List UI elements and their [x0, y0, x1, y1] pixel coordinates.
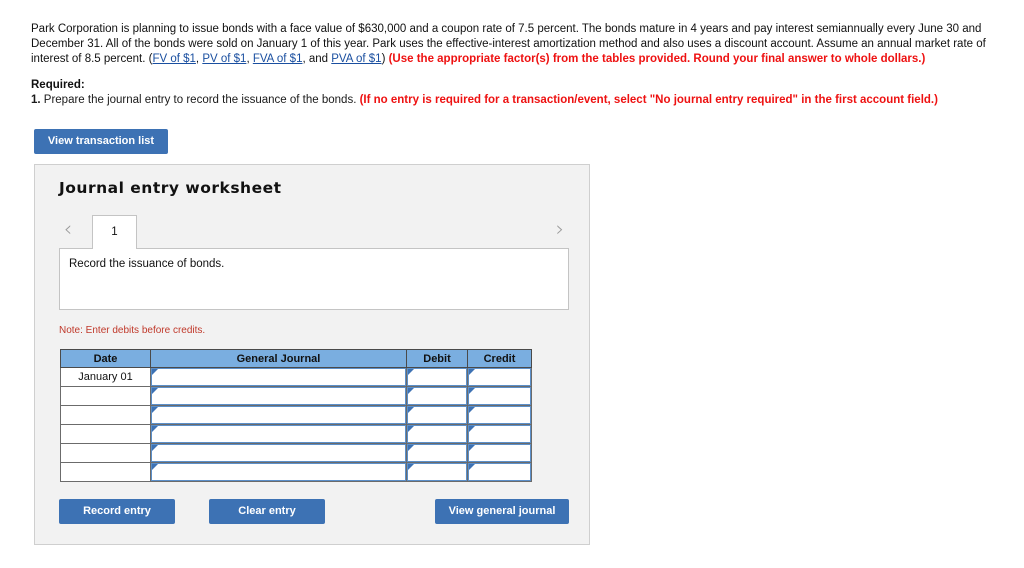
required-label: Required:: [31, 79, 85, 91]
date-cell[interactable]: [60, 443, 151, 463]
instruction-text: Record the issuance of bonds.: [69, 258, 225, 270]
worksheet-tab-1[interactable]: 1: [92, 215, 137, 249]
debit-cell: [406, 386, 468, 406]
required-section: Required: 1. Prepare the journal entry to…: [31, 78, 1013, 108]
clear-entry-button[interactable]: Clear entry: [209, 499, 325, 524]
date-cell[interactable]: January 01: [60, 367, 151, 387]
debit-cell: [406, 405, 468, 425]
fva-of-1-link[interactable]: FVA of $1: [253, 53, 303, 65]
required-item-text: Prepare the journal entry to record the …: [40, 94, 360, 107]
column-header-credit: Credit: [467, 349, 532, 368]
fv-of-1-link[interactable]: FV of $1: [152, 53, 195, 65]
date-cell[interactable]: [60, 424, 151, 444]
pva-of-1-link[interactable]: PVA of $1: [331, 53, 381, 65]
credit-cell: [467, 462, 532, 482]
credit-cell: [467, 405, 532, 425]
problem-text-close: ): [381, 53, 389, 66]
view-transaction-list-button[interactable]: View transaction list: [34, 129, 168, 154]
account-select-field[interactable]: [151, 444, 406, 462]
journal-entry-table: Date General Journal Debit Credit Januar…: [60, 349, 532, 482]
credit-input-field[interactable]: [468, 425, 531, 443]
date-cell[interactable]: [60, 405, 151, 425]
credit-input-field[interactable]: [468, 406, 531, 424]
table-row: [60, 443, 532, 463]
problem-statement: Park Corporation is planning to issue bo…: [31, 22, 1013, 68]
required-emphasis: (If no entry is required for a transacti…: [359, 94, 938, 107]
account-select-field[interactable]: [151, 368, 406, 386]
credit-cell: [467, 386, 532, 406]
debit-cell: [406, 424, 468, 444]
worksheet-title: Journal entry worksheet: [59, 179, 282, 197]
general-journal-cell: [150, 386, 407, 406]
worksheet-tab-strip: ‹ 1 ›: [59, 209, 569, 249]
debit-cell: [406, 443, 468, 463]
debit-input-field[interactable]: [407, 368, 467, 386]
date-cell[interactable]: [60, 462, 151, 482]
general-journal-cell: [150, 367, 407, 387]
table-header-row: Date General Journal Debit Credit: [60, 349, 532, 368]
debit-cell: [406, 462, 468, 482]
credit-input-field[interactable]: [468, 463, 531, 481]
journal-entry-worksheet-panel: Journal entry worksheet ‹ 1 › Record the…: [34, 164, 590, 545]
account-select-field[interactable]: [151, 387, 406, 405]
debit-cell: [406, 367, 468, 387]
page-root: Park Corporation is planning to issue bo…: [0, 0, 1024, 568]
table-row: [60, 386, 532, 406]
view-general-journal-button[interactable]: View general journal: [435, 499, 569, 524]
chevron-right-icon[interactable]: ›: [551, 217, 569, 241]
problem-emphasis: (Use the appropriate factor(s) from the …: [388, 53, 926, 66]
table-row: [60, 405, 532, 425]
credit-cell: [467, 424, 532, 444]
required-item-number: 1.: [31, 94, 41, 107]
credit-cell: [467, 367, 532, 387]
account-select-field[interactable]: [151, 463, 406, 481]
table-row: [60, 462, 532, 482]
pv-of-1-link[interactable]: PV of $1: [202, 53, 246, 65]
instruction-panel: Record the issuance of bonds.: [59, 248, 569, 310]
record-entry-button[interactable]: Record entry: [59, 499, 175, 524]
link-separator-3: , and: [302, 53, 332, 66]
general-journal-cell: [150, 405, 407, 425]
account-select-field[interactable]: [151, 425, 406, 443]
debit-input-field[interactable]: [407, 406, 467, 424]
column-header-date: Date: [60, 349, 151, 368]
general-journal-cell: [150, 462, 407, 482]
debit-input-field[interactable]: [407, 425, 467, 443]
debit-input-field[interactable]: [407, 463, 467, 481]
credit-input-field[interactable]: [468, 387, 531, 405]
column-header-debit: Debit: [406, 349, 468, 368]
table-row: January 01: [60, 367, 532, 387]
credit-input-field[interactable]: [468, 444, 531, 462]
credit-input-field[interactable]: [468, 368, 531, 386]
debits-before-credits-note: Note: Enter debits before credits.: [59, 325, 206, 336]
general-journal-cell: [150, 443, 407, 463]
table-row: [60, 424, 532, 444]
general-journal-cell: [150, 424, 407, 444]
credit-cell: [467, 443, 532, 463]
chevron-left-icon[interactable]: ‹: [59, 217, 77, 241]
debit-input-field[interactable]: [407, 444, 467, 462]
debit-input-field[interactable]: [407, 387, 467, 405]
account-select-field[interactable]: [151, 406, 406, 424]
date-cell[interactable]: [60, 386, 151, 406]
column-header-general-journal: General Journal: [150, 349, 407, 368]
